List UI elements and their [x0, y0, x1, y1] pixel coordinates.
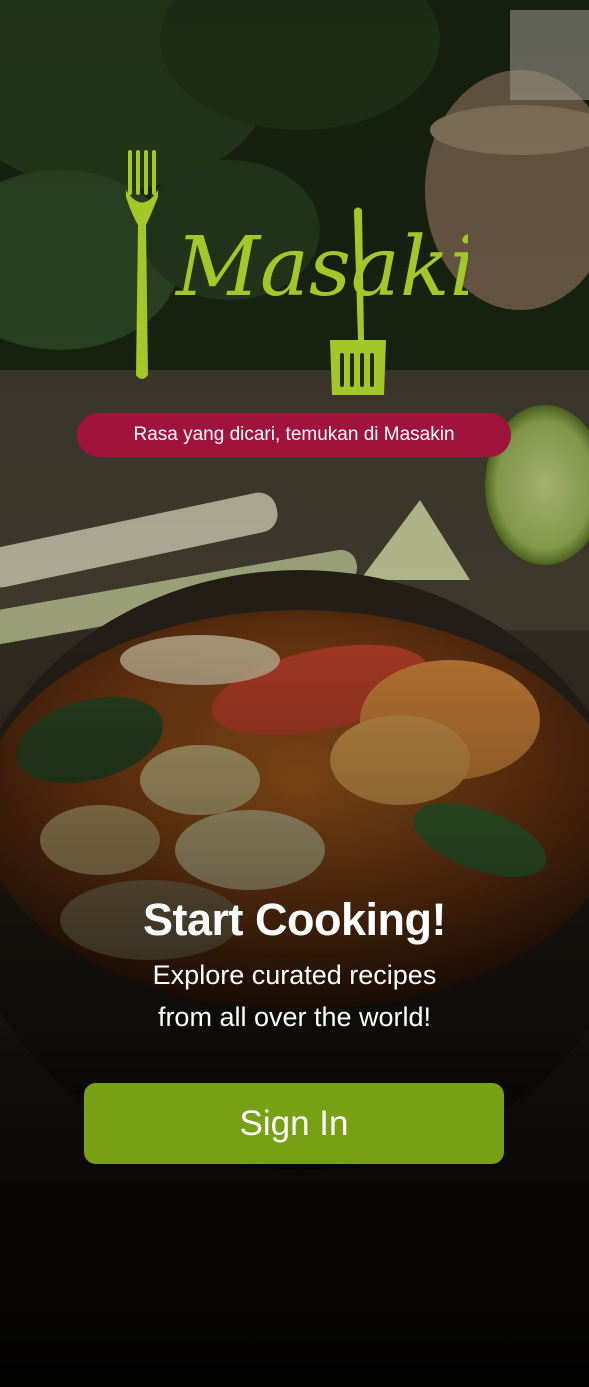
page-subtitle: Explore curated recipes from all over th… — [0, 954, 589, 1038]
subtitle-line-1: Explore curated recipes — [152, 960, 437, 990]
welcome-screen: Masakin Rasa yang dicari, temukan di Mas… — [0, 0, 589, 1387]
logo-wordmark: Masakin — [174, 220, 468, 315]
sign-in-button[interactable]: Sign In — [84, 1083, 504, 1164]
fork-spatula-logo-icon: Masakin — [126, 150, 468, 395]
subtitle-line-2: from all over the world! — [157, 1002, 432, 1032]
page-title: Start Cooking! — [143, 894, 447, 945]
tagline-badge: Rasa yang dicari, temukan di Masakin — [77, 413, 511, 457]
masakin-logo: Masakin — [118, 145, 468, 395]
